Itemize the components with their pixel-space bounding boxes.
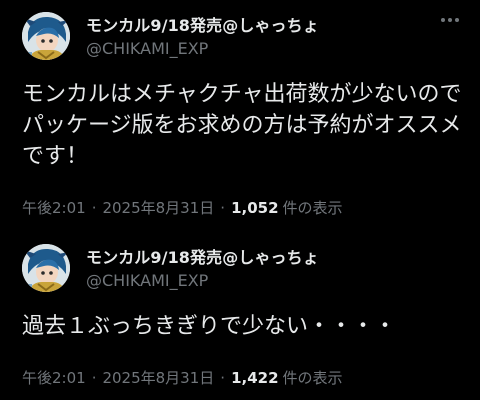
more-options-button[interactable] [436, 10, 464, 30]
avatar[interactable] [22, 12, 70, 60]
tweet-text: 過去１ぶっちきぎりで少ない・・・・ [22, 311, 396, 342]
meta-separator: · [220, 368, 226, 387]
post-header: モンカル9/18発売@しゃっちょ @CHIKAMI_EXP [0, 0, 480, 64]
views-label[interactable]: 件の表示 [283, 197, 343, 218]
views-label[interactable]: 件の表示 [283, 367, 343, 388]
tweet-date[interactable]: 2025年8月31日 [102, 367, 214, 388]
character-avatar-icon [22, 12, 70, 60]
tweet-meta: 午後2:01 · 2025年8月31日 · 1,052 件の表示 [22, 197, 343, 218]
views-count[interactable]: 1,422 [231, 369, 278, 387]
display-name[interactable]: モンカル9/18発売@しゃっちょ [86, 12, 319, 36]
tweet-text: モンカルはメチャクチャ出荷数が少ないので パッケージ版をお求めの方は予約がオスス… [22, 79, 462, 172]
more-options-icon-dot [455, 18, 459, 22]
avatar[interactable] [22, 244, 70, 292]
tweet-post[interactable]: モンカル9/18発売@しゃっちょ @CHIKAMI_EXP 過去１ぶっちきぎりで… [0, 232, 480, 400]
tweet-meta: 午後2:01 · 2025年8月31日 · 1,422 件の表示 [22, 367, 343, 388]
tweet-post[interactable]: モンカル9/18発売@しゃっちょ @CHIKAMI_EXP モンカルはメチャクチ… [0, 0, 480, 232]
tweet-date[interactable]: 2025年8月31日 [102, 197, 214, 218]
tweet-text-line: モンカルはメチャクチャ出荷数が少ないので [22, 82, 462, 107]
post-header: モンカル9/18発売@しゃっちょ @CHIKAMI_EXP [0, 232, 480, 296]
display-name[interactable]: モンカル9/18発売@しゃっちょ [86, 244, 319, 268]
user-handle[interactable]: @CHIKAMI_EXP [86, 39, 208, 58]
more-options-icon-dot [448, 18, 452, 22]
character-avatar-icon [22, 244, 70, 292]
tweet-time[interactable]: 午後2:01 [22, 367, 86, 388]
meta-separator: · [91, 198, 97, 217]
more-options-icon [441, 18, 445, 22]
user-handle[interactable]: @CHIKAMI_EXP [86, 271, 208, 290]
tweet-time[interactable]: 午後2:01 [22, 197, 86, 218]
meta-separator: · [91, 368, 97, 387]
meta-separator: · [220, 198, 226, 217]
tweet-text-line: パッケージ版をお求めの方は予約がオススメ [22, 113, 462, 138]
tweet-text-line: です！ [22, 144, 89, 169]
views-count[interactable]: 1,052 [231, 199, 278, 217]
tweet-text-line: 過去１ぶっちきぎりで少ない・・・・ [22, 314, 397, 339]
